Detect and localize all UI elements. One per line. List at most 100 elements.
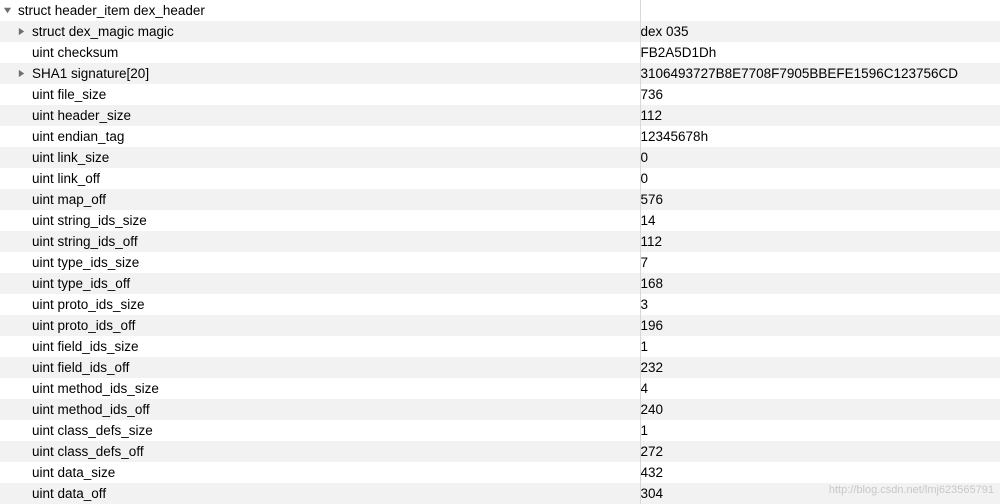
row-value-cell: 0 <box>640 168 1000 189</box>
row-value-cell: 272 <box>640 441 1000 462</box>
row-name-label: uint header_size <box>32 105 131 126</box>
row-name-cell: uint method_ids_off <box>0 399 640 420</box>
row-value-label: 304 <box>641 486 664 501</box>
row-name-cell: uint string_ids_size <box>0 210 640 231</box>
row-name-label: struct header_item dex_header <box>18 0 205 21</box>
row-name-cell: uint endian_tag <box>0 126 640 147</box>
row-name-cell: uint map_off <box>0 189 640 210</box>
row-name-label: uint proto_ids_size <box>32 294 145 315</box>
table-row[interactable]: uint link_size 0 <box>0 147 1000 168</box>
row-value-label: 432 <box>641 465 664 480</box>
row-name-cell: uint class_defs_size <box>0 420 640 441</box>
row-name-label: uint class_defs_size <box>32 420 153 441</box>
row-value-cell: 112 <box>640 105 1000 126</box>
row-name-cell: uint proto_ids_size <box>0 294 640 315</box>
row-value-cell <box>640 0 1000 21</box>
row-value-cell: 196 <box>640 315 1000 336</box>
watermark-text: http://blog.csdn.net/lmj623565791 <box>829 484 994 496</box>
row-value-label: 736 <box>641 87 664 102</box>
table-row[interactable]: uint data_size432 <box>0 462 1000 483</box>
row-value-label: dex 035 <box>641 24 689 39</box>
row-name-cell: uint field_ids_off <box>0 357 640 378</box>
row-value-label: 112 <box>641 108 663 123</box>
row-value-cell: 240 <box>640 399 1000 420</box>
row-name-label: uint field_ids_size <box>32 336 139 357</box>
row-name-cell: uint link_size <box>0 147 640 168</box>
table-row[interactable]: uint method_ids_off 240 <box>0 399 1000 420</box>
row-name-label: uint method_ids_off <box>32 399 150 420</box>
struct-tree-body: struct header_item dex_headerstruct dex_… <box>0 0 1000 504</box>
row-value-label: 576 <box>641 192 664 207</box>
row-value-cell: 12345678h <box>640 126 1000 147</box>
row-name-label: uint field_ids_off <box>32 357 129 378</box>
row-value-label: 12345678h <box>641 129 709 144</box>
table-row[interactable]: uint endian_tag12345678h <box>0 126 1000 147</box>
row-name-label: uint link_size <box>32 147 109 168</box>
row-value-cell: 1 <box>640 420 1000 441</box>
row-name-label: struct dex_magic magic <box>32 21 174 42</box>
row-value-cell: 432 <box>640 462 1000 483</box>
row-value-label: FB2A5D1Dh <box>641 45 717 60</box>
row-name-cell: uint checksum <box>0 42 640 63</box>
row-name-cell: uint proto_ids_off <box>0 315 640 336</box>
table-row[interactable]: uint link_off 0 <box>0 168 1000 189</box>
table-row[interactable]: uint class_defs_size 1 <box>0 420 1000 441</box>
row-value-cell: 168 <box>640 273 1000 294</box>
row-name-label: uint class_defs_off <box>32 441 144 462</box>
row-name-label: uint file_size <box>32 84 106 105</box>
table-row[interactable]: uint field_ids_size1 <box>0 336 1000 357</box>
row-value-cell: 3 <box>640 294 1000 315</box>
chevron-right-icon[interactable] <box>14 25 28 39</box>
table-row[interactable]: uint checksumFB2A5D1Dh <box>0 42 1000 63</box>
row-value-label: 3 <box>641 297 649 312</box>
table-row[interactable]: struct header_item dex_header <box>0 0 1000 21</box>
row-name-cell: struct dex_magic magic <box>0 21 640 42</box>
table-row[interactable]: struct dex_magic magic dex 035 <box>0 21 1000 42</box>
row-value-label: 196 <box>641 318 664 333</box>
row-value-cell: 112 <box>640 231 1000 252</box>
table-row[interactable]: uint class_defs_off 272 <box>0 441 1000 462</box>
row-value-cell: 0 <box>640 147 1000 168</box>
row-value-cell: 7 <box>640 252 1000 273</box>
row-name-label: SHA1 signature[20] <box>32 63 149 84</box>
row-value-label: 7 <box>641 255 649 270</box>
row-name-cell: uint data_off <box>0 483 640 504</box>
table-row[interactable]: uint type_ids_size 7 <box>0 252 1000 273</box>
row-name-cell: uint method_ids_size <box>0 378 640 399</box>
table-row[interactable]: uint map_off576 <box>0 189 1000 210</box>
row-name-cell: uint type_ids_off <box>0 273 640 294</box>
table-row[interactable]: uint field_ids_off232 <box>0 357 1000 378</box>
table-row[interactable]: uint proto_ids_size 3 <box>0 294 1000 315</box>
row-name-label: uint type_ids_off <box>32 273 130 294</box>
row-value-cell: 3106493727B8E7708F7905BBEFE1596C123756CD <box>640 63 1000 84</box>
row-value-label: 168 <box>641 276 664 291</box>
table-row[interactable]: uint string_ids_size14 <box>0 210 1000 231</box>
row-value-label: 272 <box>641 444 664 459</box>
table-row[interactable]: uint proto_ids_off 196 <box>0 315 1000 336</box>
table-row[interactable]: uint type_ids_off 168 <box>0 273 1000 294</box>
row-value-label: 4 <box>641 381 649 396</box>
row-value-cell: FB2A5D1Dh <box>640 42 1000 63</box>
row-name-label: uint proto_ids_off <box>32 315 135 336</box>
row-value-cell: 736 <box>640 84 1000 105</box>
table-row[interactable]: uint file_size 736 <box>0 84 1000 105</box>
row-name-cell: struct header_item dex_header <box>0 0 640 21</box>
row-value-cell: dex 035 <box>640 21 1000 42</box>
table-row[interactable]: SHA1 signature[20] 3106493727B8E7708F7905… <box>0 63 1000 84</box>
row-value-label: 112 <box>641 234 663 249</box>
row-value-label: 240 <box>641 402 664 417</box>
row-name-cell: uint field_ids_size <box>0 336 640 357</box>
row-name-cell: uint type_ids_size <box>0 252 640 273</box>
chevron-right-icon[interactable] <box>14 67 28 81</box>
row-value-label: 0 <box>641 150 649 165</box>
row-value-label: 1 <box>641 423 649 438</box>
chevron-down-icon[interactable] <box>0 4 14 18</box>
table-row[interactable]: uint string_ids_off112 <box>0 231 1000 252</box>
row-name-cell: uint string_ids_off <box>0 231 640 252</box>
row-name-cell: uint class_defs_off <box>0 441 640 462</box>
row-name-label: uint type_ids_size <box>32 252 139 273</box>
table-row[interactable]: uint header_size 112 <box>0 105 1000 126</box>
table-row[interactable]: uint method_ids_size4 <box>0 378 1000 399</box>
row-value-cell: 4 <box>640 378 1000 399</box>
row-name-label: uint link_off <box>32 168 100 189</box>
